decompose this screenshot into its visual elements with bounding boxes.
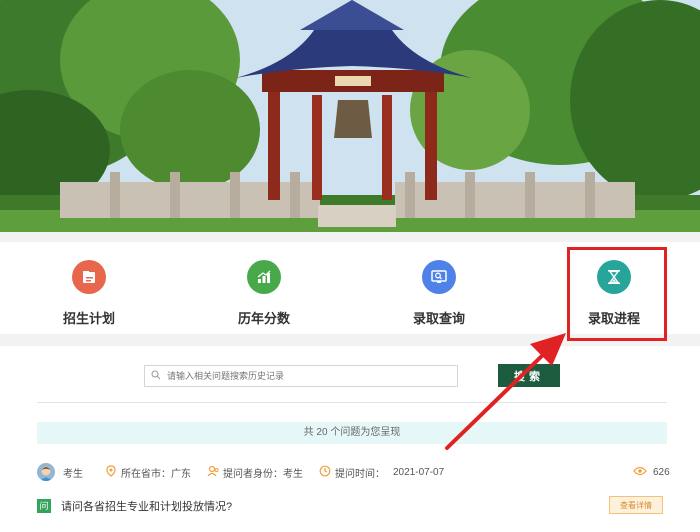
ask-time: 提问时间： 2021-07-07 xyxy=(319,462,444,482)
time-label: 提问时间： xyxy=(335,468,385,480)
search-input[interactable] xyxy=(165,370,449,382)
hourglass-icon xyxy=(597,260,631,294)
nav-label: 录取查询 xyxy=(412,311,465,326)
hero-banner xyxy=(0,0,700,232)
identity: 提问者身份：考生 xyxy=(207,462,303,482)
document-icon xyxy=(72,260,106,294)
view-details-button[interactable]: 查看详情 xyxy=(609,496,663,514)
nav-item-enrollment-plan[interactable]: 招生计划 xyxy=(29,260,149,330)
view-count: 626 xyxy=(633,462,670,482)
city: 所在省市：广东 xyxy=(105,462,191,482)
nav-item-admission-query[interactable]: 录取查询 xyxy=(379,260,499,330)
city-label: 所在省市：广东 xyxy=(121,468,191,480)
pavilion-illustration xyxy=(0,0,700,232)
eye-icon xyxy=(633,466,647,479)
asker: 考生 xyxy=(37,462,83,482)
question-badge: 问 xyxy=(37,499,51,513)
clock-icon xyxy=(319,465,331,480)
location-pin-icon xyxy=(105,464,117,480)
search-monitor-icon xyxy=(422,260,456,294)
identity-label: 提问者身份：考生 xyxy=(223,468,303,480)
avatar xyxy=(37,463,55,481)
quick-nav: 招生计划 历年分数 录取查询 录取进程 xyxy=(0,242,700,334)
question-count: 共 20 个问题为您呈现 xyxy=(37,422,667,444)
qa-panel: 搜索 共 20 个问题为您呈现 考生 所在省市：广东 提问者身份：考生 提问 xyxy=(0,346,700,532)
nav-label: 录取进程 xyxy=(587,311,640,326)
views-value: 626 xyxy=(653,466,670,478)
search-button[interactable]: 搜索 xyxy=(498,364,560,387)
question-meta: 考生 所在省市：广东 提问者身份：考生 提问时间： 2021-07-07 626 xyxy=(37,462,670,482)
asker-name: 考生 xyxy=(63,468,83,480)
search-icon xyxy=(151,367,161,385)
question-text[interactable]: 请问各省招生专业和计划投放情况? xyxy=(61,498,232,514)
time-value: 2021-07-07 xyxy=(393,466,445,478)
question-item[interactable]: 问 请问各省招生专业和计划投放情况? xyxy=(37,496,667,516)
nav-item-admission-progress[interactable]: 录取进程 xyxy=(554,260,674,330)
bar-chart-icon xyxy=(247,260,281,294)
nav-item-past-scores[interactable]: 历年分数 xyxy=(204,260,324,330)
nav-label: 招生计划 xyxy=(62,311,115,326)
search-box[interactable] xyxy=(144,365,458,387)
divider xyxy=(37,402,667,403)
nav-label: 历年分数 xyxy=(237,311,290,326)
user-icon xyxy=(207,465,219,480)
